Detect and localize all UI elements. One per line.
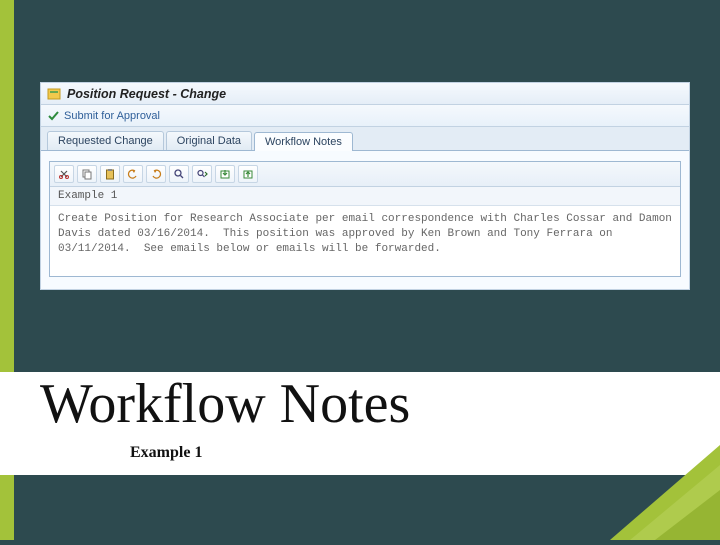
redo-button[interactable] — [146, 165, 166, 183]
tab-label: Workflow Notes — [265, 136, 342, 148]
tab-original-data[interactable]: Original Data — [166, 131, 252, 150]
slide-subhead: Example 1 — [130, 444, 202, 462]
tab-label: Original Data — [177, 135, 241, 147]
slide: Position Request - Change Submit for App… — [0, 0, 720, 540]
actionbar: Submit for Approval — [41, 105, 689, 127]
tab-requested-change[interactable]: Requested Change — [47, 131, 164, 150]
slide-headline: Workflow Notes — [40, 372, 430, 436]
tab-workflow-notes[interactable]: Workflow Notes — [254, 132, 353, 151]
window-icon — [47, 87, 61, 101]
submit-label: Submit for Approval — [64, 110, 160, 122]
editor-toolbar — [50, 162, 680, 187]
app-window: Position Request - Change Submit for App… — [40, 82, 690, 290]
paste-button[interactable] — [100, 165, 120, 183]
window-titlebar: Position Request - Change — [41, 83, 689, 105]
approve-icon — [47, 109, 60, 122]
copy-button[interactable] — [77, 165, 97, 183]
cut-button[interactable] — [54, 165, 74, 183]
undo-button[interactable] — [123, 165, 143, 183]
tab-strip: Requested Change Original Data Workflow … — [41, 127, 689, 151]
editor-body[interactable]: Create Position for Research Associate p… — [50, 206, 680, 276]
notes-editor: Example 1 Create Position for Research A… — [49, 161, 681, 277]
find-button[interactable] — [169, 165, 189, 183]
save-button[interactable] — [238, 165, 258, 183]
content-pane: Example 1 Create Position for Research A… — [41, 151, 689, 289]
submit-for-approval-link[interactable]: Submit for Approval — [47, 109, 160, 122]
load-button[interactable] — [215, 165, 235, 183]
window-title: Position Request - Change — [67, 87, 226, 101]
editor-subject[interactable]: Example 1 — [50, 187, 680, 206]
tab-label: Requested Change — [58, 135, 153, 147]
find-next-button[interactable] — [192, 165, 212, 183]
